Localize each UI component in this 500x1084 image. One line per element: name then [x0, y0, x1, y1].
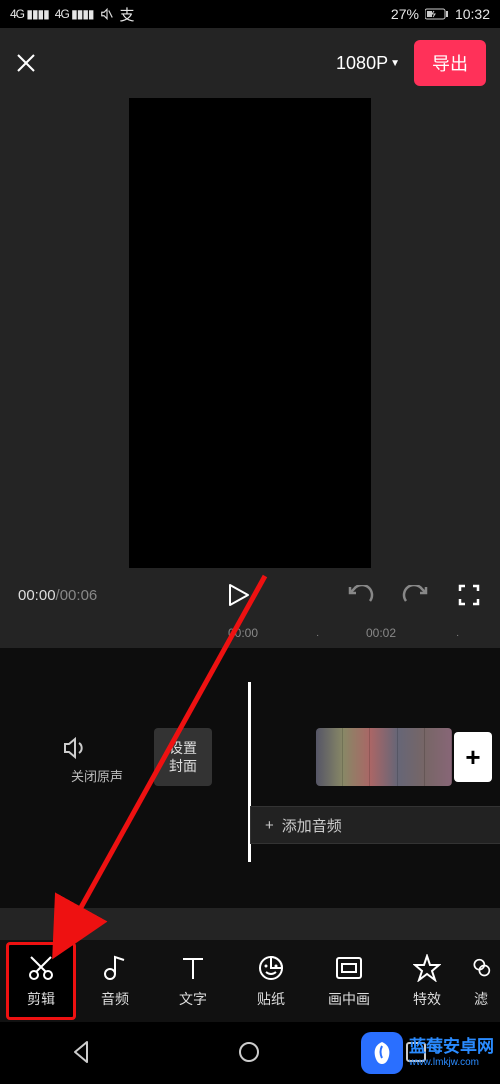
- effects-icon: [413, 953, 441, 983]
- tool-effects[interactable]: 特效: [388, 953, 466, 1009]
- mute-icon: [100, 7, 114, 21]
- timecode: 00:00/00:06: [18, 587, 228, 604]
- music-icon: [102, 953, 128, 983]
- watermark-url: www.lmkjw.com: [409, 1057, 494, 1068]
- redo-button[interactable]: [402, 582, 428, 608]
- nav-home[interactable]: [236, 1039, 264, 1067]
- set-cover-button[interactable]: 设置 封面: [154, 728, 212, 786]
- resolution-label: 1080P: [336, 53, 388, 74]
- tool-label: 文字: [179, 989, 207, 1009]
- add-audio-track[interactable]: + 添加音频: [250, 806, 500, 844]
- ruler-tick: 00:02: [366, 626, 396, 640]
- ruler-dot: ·: [456, 630, 459, 641]
- current-time: 00:00: [18, 587, 56, 604]
- pip-icon: [335, 953, 363, 983]
- tool-pip[interactable]: 画中画: [310, 953, 388, 1009]
- tool-text[interactable]: 文字: [154, 953, 232, 1009]
- add-audio-label: 添加音频: [282, 815, 342, 836]
- timeline[interactable]: 关闭原声 设置 封面 + + 添加音频: [0, 648, 500, 908]
- text-icon: [181, 953, 205, 983]
- timeline-ruler[interactable]: 00:00 · 00:02 ·: [0, 622, 500, 648]
- tool-label: 贴纸: [257, 989, 285, 1009]
- sticker-icon: [257, 953, 285, 983]
- play-button[interactable]: [228, 583, 272, 607]
- filter-icon: [471, 953, 491, 983]
- status-left: 4G ▮▮▮▮ 4G ▮▮▮▮ 支: [10, 4, 135, 25]
- mute-label: 关闭原声: [62, 766, 132, 785]
- signal-4g-2: 4G ▮▮▮▮: [55, 7, 94, 21]
- mute-original-audio[interactable]: 关闭原声: [62, 736, 132, 785]
- battery-icon: [425, 8, 449, 20]
- watermark: 蓝莓安卓网 www.lmkjw.com: [361, 1032, 494, 1074]
- ruler-tick: 00:00: [228, 626, 258, 640]
- tool-label: 画中画: [328, 989, 370, 1009]
- watermark-title: 蓝莓安卓网: [409, 1038, 494, 1057]
- clock: 10:32: [455, 6, 490, 22]
- ruler-dot: ·: [316, 630, 319, 641]
- tool-sticker[interactable]: 贴纸: [232, 953, 310, 1009]
- alipay-icon: 支: [120, 4, 135, 25]
- status-right: 27% 10:32: [391, 6, 490, 22]
- playback-controls: 00:00/00:06: [0, 568, 500, 622]
- tool-label: 剪辑: [27, 989, 55, 1009]
- tool-label: 音频: [101, 989, 129, 1009]
- preview-area: [0, 98, 500, 568]
- tool-label: 滤: [474, 989, 488, 1009]
- bottom-toolbar: 剪辑 音频 文字 贴纸 画中画 特效 滤: [0, 940, 500, 1022]
- total-time: 00:06: [60, 587, 98, 604]
- close-button[interactable]: [14, 51, 54, 75]
- export-button[interactable]: 导出: [414, 40, 486, 86]
- tool-label: 特效: [413, 989, 441, 1009]
- tool-audio[interactable]: 音频: [76, 953, 154, 1009]
- status-bar: 4G ▮▮▮▮ 4G ▮▮▮▮ 支 27% 10:32: [0, 0, 500, 28]
- tool-filter[interactable]: 滤: [466, 953, 496, 1009]
- video-clip[interactable]: [316, 728, 452, 786]
- fullscreen-button[interactable]: [456, 582, 482, 608]
- export-label: 导出: [432, 54, 468, 74]
- tool-edit[interactable]: 剪辑: [6, 942, 76, 1020]
- scissors-icon: [27, 953, 55, 983]
- add-clip-button[interactable]: +: [454, 732, 492, 782]
- nav-back[interactable]: [69, 1039, 97, 1067]
- resolution-selector[interactable]: 1080P ▼: [336, 53, 400, 74]
- battery-percent: 27%: [391, 6, 419, 22]
- plus-icon: +: [265, 817, 274, 834]
- editor-top-bar: 1080P ▼ 导出: [0, 28, 500, 98]
- watermark-logo: [361, 1032, 403, 1074]
- undo-button[interactable]: [348, 582, 374, 608]
- video-preview[interactable]: [129, 98, 371, 568]
- signal-4g-1: 4G ▮▮▮▮: [10, 7, 49, 21]
- caret-down-icon: ▼: [390, 58, 400, 69]
